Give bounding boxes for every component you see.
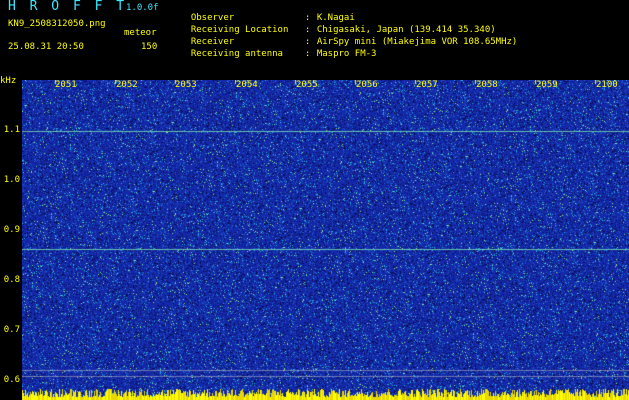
info-sep: : — [304, 49, 311, 59]
filename-label: KN9_2508312050.png — [8, 19, 106, 29]
datetime-label: 25.08.31 20:50 — [8, 42, 84, 52]
app-title: H R O F F T — [8, 0, 128, 14]
info-value: Maspro FM-3 — [316, 49, 377, 59]
x-tick: 2057 — [416, 80, 438, 90]
info-key: Receiving antenna — [190, 49, 283, 59]
x-tick: 2056 — [356, 80, 378, 90]
spectrogram-canvas — [22, 80, 629, 400]
version-label: 1.0.0f — [126, 3, 159, 13]
y-tick: 0.8 — [3, 275, 20, 285]
info-antenna: Receiving antenna: Maspro FM-3 — [180, 39, 377, 59]
y-tick: 0.6 — [3, 375, 20, 385]
x-tick: 2055 — [296, 80, 318, 90]
x-tick: 2052 — [116, 80, 138, 90]
x-tick: 2059 — [536, 80, 558, 90]
y-tick: 1.0 — [3, 175, 20, 185]
meteor-label: meteor — [124, 28, 157, 38]
x-tick: 2053 — [175, 80, 197, 90]
y-tick: 0.7 — [3, 325, 20, 335]
x-tick: 2058 — [476, 80, 498, 90]
meteor-count: 150 — [141, 42, 158, 52]
y-tick: 1.1 — [3, 125, 20, 135]
y-tick: 0.9 — [3, 225, 20, 235]
x-tick: 2054 — [236, 80, 258, 90]
y-unit-label: kHz — [0, 76, 17, 86]
x-tick: 2100 — [596, 80, 618, 90]
x-tick: 2051 — [55, 80, 77, 90]
spectrogram — [22, 80, 629, 400]
